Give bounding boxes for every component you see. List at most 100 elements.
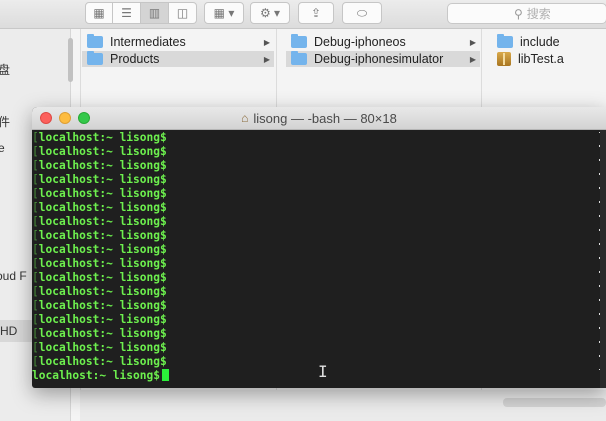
folder-icon (87, 34, 103, 48)
sidebar-item-label: HD (0, 324, 18, 338)
item-label: Debug-iphoneos (314, 35, 406, 49)
item-label: Intermediates (110, 35, 186, 49)
mark-bracket: [ (32, 215, 39, 228)
mark-bracket: [ (32, 243, 39, 256)
prompt-text: localhost:~ lisong$ (32, 369, 160, 382)
chevron-right-icon: ▶ (263, 37, 270, 47)
search-placeholder: 搜索 (526, 7, 551, 21)
terminal-prompt-line: [localhost:~ lisong$ (32, 201, 167, 215)
terminal-prompt-line: [localhost:~ lisong$ (32, 271, 167, 285)
terminal-prompt-line: [localhost:~ lisong$ (32, 285, 167, 299)
list-item-products[interactable]: Products ▶ (82, 51, 274, 67)
mark-bracket: [ (32, 187, 39, 200)
item-label: include (520, 35, 560, 49)
terminal-prompt-line: [localhost:~ lisong$ (32, 145, 167, 159)
list-item-intermediates[interactable]: Intermediates ▶ (82, 34, 274, 50)
minimize-button[interactable] (59, 112, 71, 124)
list-view-icon[interactable]: ☰ (113, 2, 141, 24)
folder-icon (497, 34, 513, 48)
folder-icon (291, 51, 307, 65)
list-item-include[interactable]: include (492, 34, 606, 50)
mark-bracket: [ (32, 271, 39, 284)
prompt-text: localhost:~ lisong$ (38, 187, 167, 200)
finder-toolbar: ▦ ☰ ▥ ◫ ▦ ▾ ⚙ ▾ ⇪ ⬭ ⚲ 搜索 (0, 0, 606, 29)
arrange-icon[interactable]: ▦ ▾ (204, 2, 244, 24)
terminal-prompt-line: [localhost:~ lisong$ (32, 257, 167, 271)
mark-bracket: [ (32, 201, 39, 214)
mark-bracket: [ (32, 299, 39, 312)
column-view-icon[interactable]: ▥ (141, 2, 169, 24)
text-cursor-icon: I (318, 362, 328, 381)
prompt-text: localhost:~ lisong$ (38, 145, 167, 158)
prompt-text: localhost:~ lisong$ (38, 355, 167, 368)
mark-bracket: [ (32, 131, 39, 144)
chevron-right-icon: ▶ (469, 37, 476, 47)
sidebar-item-files[interactable]: 件 (0, 113, 10, 130)
list-item-libtest[interactable]: libTest.a (492, 51, 606, 67)
terminal-prompt-line: [localhost:~ lisong$ (32, 299, 167, 313)
chevron-right-icon: ▶ (263, 54, 270, 64)
prompt-text: localhost:~ lisong$ (38, 159, 167, 172)
sidebar-scrollbar[interactable] (68, 38, 73, 82)
folder-icon (87, 51, 103, 65)
terminal-prompt-line: [localhost:~ lisong$ (32, 341, 167, 355)
prompt-text: localhost:~ lisong$ (38, 229, 167, 242)
terminal-prompt-line: [localhost:~ lisong$ (32, 327, 167, 341)
cover-flow-icon[interactable]: ◫ (169, 2, 197, 24)
sidebar-item-e[interactable]: e (0, 141, 5, 155)
prompt-text: localhost:~ lisong$ (38, 173, 167, 186)
terminal-prompt-line: [localhost:~ lisong$ (32, 243, 167, 257)
mark-bracket: [ (32, 285, 39, 298)
terminal-prompt-line: [localhost:~ lisong$ (32, 215, 167, 229)
gear-icon[interactable]: ⚙ ▾ (250, 2, 290, 24)
item-label: libTest.a (518, 52, 564, 66)
search-input[interactable]: ⚲ 搜索 (447, 3, 606, 24)
terminal-prompt-line: [localhost:~ lisong$ (32, 313, 167, 327)
terminal-title: lisong — -bash — 80×18 (253, 110, 397, 126)
prompt-text: localhost:~ lisong$ (38, 215, 167, 228)
prompt-text: localhost:~ lisong$ (38, 299, 167, 312)
terminal-prompt-line: [localhost:~ lisong$ (32, 355, 167, 369)
terminal-cursor (161, 369, 169, 381)
grid-view-icon[interactable]: ▦ (85, 2, 113, 24)
close-button[interactable] (40, 112, 52, 124)
prompt-text: localhost:~ lisong$ (38, 285, 167, 298)
sidebar-item-icloud[interactable]: oud F (0, 269, 27, 283)
folder-icon (291, 34, 307, 48)
mark-bracket: [ (32, 257, 39, 270)
prompt-text: localhost:~ lisong$ (38, 341, 167, 354)
terminal-content[interactable]: I [localhost:~ lisong$ [localhost:~ lison… (32, 130, 606, 388)
chevron-right-icon: ▶ (469, 54, 476, 64)
archive-icon (497, 52, 511, 66)
mark-bracket: [ (32, 145, 39, 158)
mark-bracket: [ (32, 229, 39, 242)
home-icon: ⌂ (241, 111, 249, 125)
terminal-prompt-line: [localhost:~ lisong$ (32, 131, 167, 145)
prompt-text: localhost:~ lisong$ (38, 243, 167, 256)
sidebar-item-disk[interactable]: 盘 (0, 61, 10, 78)
mark-bracket: [ (32, 355, 39, 368)
terminal-prompt-line: localhost:~ lisong$ (32, 369, 169, 383)
terminal-titlebar[interactable]: ⌂ lisong — -bash — 80×18 (32, 107, 606, 130)
prompt-text: localhost:~ lisong$ (38, 201, 167, 214)
prompt-text: localhost:~ lisong$ (38, 271, 167, 284)
item-label: Products (110, 52, 160, 66)
prompt-text: localhost:~ lisong$ (38, 313, 167, 326)
mark-bracket: [ (32, 173, 39, 186)
search-icon: ⚲ (514, 6, 523, 21)
list-item-debug-iphonesimulator[interactable]: Debug-iphonesimulator ▶ (286, 51, 480, 67)
terminal-window[interactable]: ⌂ lisong — -bash — 80×18 I [localhost:~ … (32, 107, 606, 388)
tag-icon[interactable]: ⬭ (342, 2, 382, 24)
mark-bracket: [ (32, 313, 39, 326)
zoom-button[interactable] (78, 112, 90, 124)
prompt-text: localhost:~ lisong$ (38, 131, 167, 144)
prompt-text: localhost:~ lisong$ (38, 327, 167, 340)
horizontal-scrollbar[interactable] (503, 398, 606, 407)
list-item-debug-iphoneos[interactable]: Debug-iphoneos ▶ (286, 34, 480, 50)
terminal-prompt-line: [localhost:~ lisong$ (32, 229, 167, 243)
item-label: Debug-iphonesimulator (314, 52, 444, 66)
terminal-scrollbar[interactable] (600, 130, 606, 388)
share-icon[interactable]: ⇪ (298, 2, 334, 24)
prompt-text: localhost:~ lisong$ (38, 257, 167, 270)
terminal-prompt-line: [localhost:~ lisong$ (32, 187, 167, 201)
